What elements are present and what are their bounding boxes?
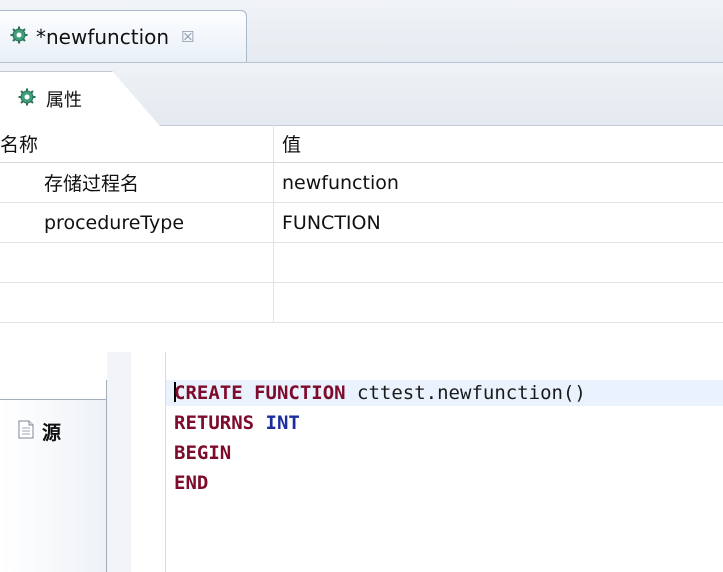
gear-icon [10,26,28,48]
code-line[interactable]: RETURNS INT [174,410,300,436]
keyword-returns: RETURNS [174,412,255,434]
properties-tabbar: 属性 [0,63,723,126]
document-icon [18,420,34,443]
table-row[interactable] [0,243,723,283]
keyword-function: FUNCTION [254,382,346,404]
tab-properties[interactable]: 属性 [0,71,160,126]
keyword-int: INT [265,412,300,434]
property-name [0,243,274,282]
editor-tabstrip: *newfunction ☒ [0,0,723,63]
table-row[interactable]: procedureType FUNCTION [0,203,723,243]
column-header-value[interactable]: 值 [282,125,301,162]
function-signature: cttest.newfunction() [345,382,586,404]
tab-properties-label: 属性 [46,90,82,111]
sql-code-editor[interactable]: CREATE FUNCTION cttest.newfunction() RET… [166,352,723,572]
close-icon[interactable]: ☒ [181,28,194,46]
source-tab-panel: 源 [0,380,107,572]
code-line[interactable]: CREATE FUNCTION cttest.newfunction() [166,380,723,406]
gear-icon [18,88,36,110]
tab-source[interactable]: 源 [0,400,106,572]
editor-margin [107,352,131,572]
property-value[interactable]: FUNCTION [282,203,381,242]
table-header-row: 名称 值 [0,125,723,163]
property-name: procedureType [0,203,274,242]
table-row[interactable]: 存储过程名 newfunction [0,163,723,203]
editor-tab-newfunction[interactable]: *newfunction ☒ [0,10,247,62]
table-row[interactable] [0,283,723,323]
column-header-name[interactable]: 名称 [0,125,274,162]
property-value[interactable]: newfunction [282,163,399,202]
code-line[interactable]: END [174,470,208,496]
editor-tab-title: *newfunction [36,24,170,49]
code-line[interactable]: BEGIN [174,440,231,466]
keyword-begin: BEGIN [174,442,232,464]
properties-table: 名称 值 存储过程名 newfunction procedureType FUN… [0,125,723,323]
keyword-create: CREATE [174,382,243,404]
property-name [0,283,274,322]
line-ruler [131,352,166,572]
keyword-end: END [174,472,209,494]
tab-source-label: 源 [42,422,62,444]
property-name: 存储过程名 [0,163,274,202]
